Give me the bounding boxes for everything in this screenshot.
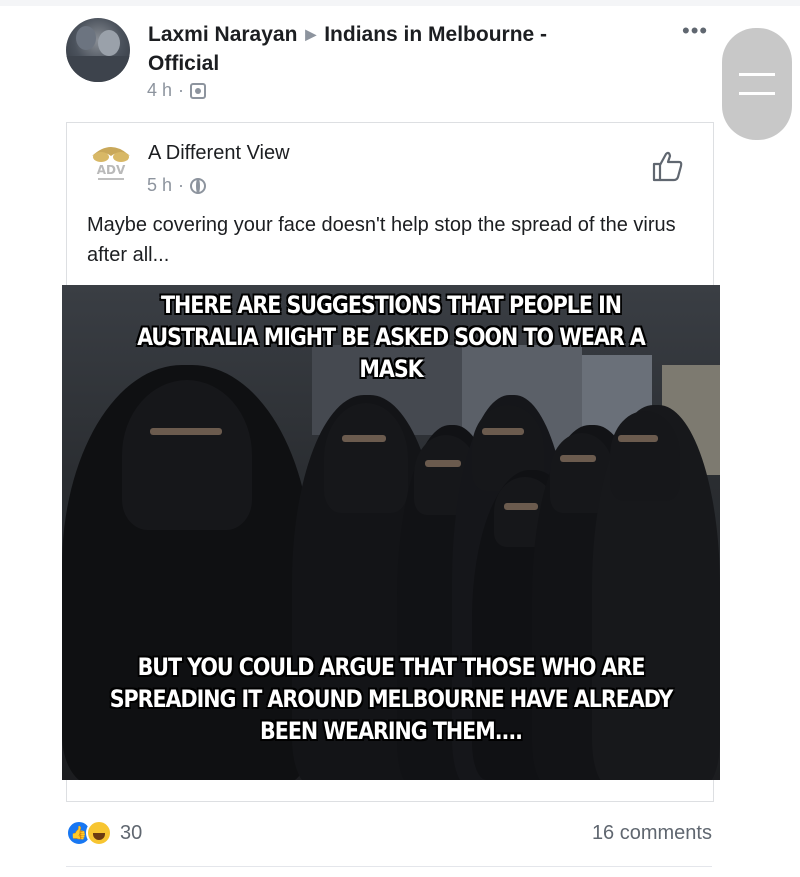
- haha-reaction-icon: [86, 820, 112, 846]
- globe-icon: [190, 177, 207, 194]
- author-avatar[interactable]: [66, 18, 130, 82]
- reaction-count: 30: [120, 821, 143, 844]
- page-logo-text: ADV: [97, 163, 126, 177]
- dot-separator: ·: [178, 175, 185, 195]
- meme-top-text: There are suggestions that people in Aus…: [137, 291, 646, 383]
- reactions-summary[interactable]: 👍 30: [66, 820, 142, 846]
- arrow-right-icon: ▶: [305, 26, 317, 42]
- post-caption: Maybe covering your face doesn't help st…: [87, 214, 676, 266]
- shared-post-meta: 5 h ·: [147, 175, 207, 196]
- meme-image[interactable]: There are suggestions that people in Aus…: [62, 285, 720, 780]
- author-name[interactable]: Laxmi Narayan: [148, 23, 297, 46]
- top-divider: [0, 0, 800, 6]
- thumbs-up-icon[interactable]: [650, 148, 686, 184]
- more-options-button[interactable]: •••: [682, 18, 708, 44]
- drag-handle-icon: [739, 73, 775, 95]
- dot-separator: ·: [178, 80, 185, 100]
- post-meta: 4 h ·: [147, 80, 207, 101]
- comments-link[interactable]: 16 comments: [540, 822, 712, 845]
- scroll-handle[interactable]: [722, 28, 792, 140]
- shared-post-time[interactable]: 5 h: [147, 175, 172, 196]
- footer-divider: [66, 866, 712, 867]
- post-time[interactable]: 4 h: [147, 80, 172, 101]
- meme-bottom-text: But you could argue that those who are s…: [109, 653, 674, 745]
- shared-page-name[interactable]: A Different View: [148, 142, 290, 165]
- page-logo[interactable]: ADV: [88, 140, 134, 186]
- post-header: Laxmi Narayan ▶ Indians in Melbourne - Off…: [148, 20, 618, 78]
- group-privacy-icon: [190, 82, 207, 99]
